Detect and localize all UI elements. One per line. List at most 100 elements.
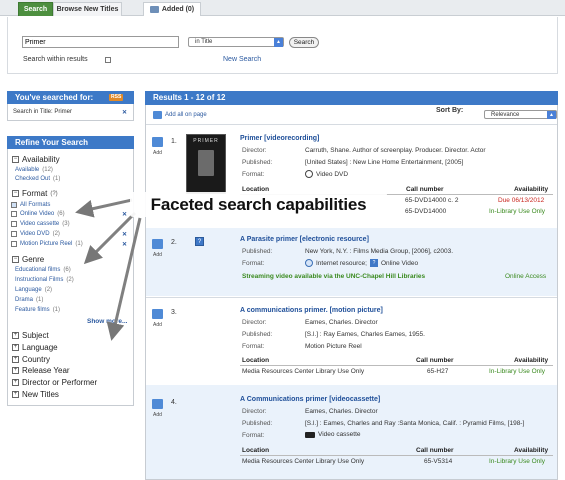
tab-browse-new-titles[interactable]: Browse New Titles (53, 2, 122, 16)
add-icon[interactable] (152, 309, 163, 319)
format-label: Format: (242, 343, 265, 350)
remove-filter-icon[interactable]: ✕ (122, 231, 127, 238)
add-label[interactable]: Add (153, 150, 162, 156)
tab-added[interactable]: Added (0) (143, 2, 201, 16)
sort-value: Relevance (491, 112, 520, 118)
add-label[interactable]: Add (153, 322, 162, 328)
results-header: Results 1 - 12 of 12 (145, 91, 558, 105)
facet-item[interactable]: Online Video (6) (11, 211, 65, 217)
online-access-link[interactable]: Online Access (505, 273, 546, 280)
expand-icon: + (12, 391, 19, 398)
facet-item[interactable]: Drama (1) (15, 297, 43, 303)
result-title[interactable]: Primer [videorecording] (240, 135, 319, 142)
director-label: Director: (242, 319, 267, 326)
search-scope-select[interactable]: in Title ▲ (188, 37, 284, 47)
result-title[interactable]: A Communications primer [videocassette] (240, 396, 380, 403)
checked-checkbox-icon[interactable] (11, 202, 17, 208)
remove-filter-icon[interactable]: ✕ (122, 241, 127, 248)
search-term: Search in Title: Primer (13, 109, 73, 115)
published-value: [United States] : New Line Home Entertai… (305, 159, 464, 166)
sort-select[interactable]: Relevance ▲ (484, 110, 557, 119)
checkbox[interactable] (11, 241, 17, 247)
expand-icon: + (12, 332, 19, 339)
facet-item[interactable]: Motion Picture Reel (1) (11, 241, 83, 247)
availability-header: Availability (514, 357, 549, 364)
dvd-disc-icon (305, 170, 313, 178)
published-label: Published: (242, 331, 273, 338)
add-icon[interactable] (152, 137, 163, 147)
result-number: 1. (171, 138, 177, 145)
folder-icon (149, 6, 159, 13)
call-number-header: Call number (406, 186, 444, 193)
add-all-link[interactable]: Add all on page (165, 112, 207, 118)
result-title[interactable]: A Parasite primer [electronic resource] (240, 236, 369, 243)
facet-item[interactable]: Feature films (1) (15, 307, 60, 313)
tab-search[interactable]: Search (18, 2, 53, 16)
location-header: Location (242, 357, 270, 364)
add-label[interactable]: Add (153, 412, 162, 418)
divider (240, 365, 553, 366)
call-number: 65-DVD14000 (405, 208, 447, 215)
search-scope-value: in Title (195, 39, 213, 45)
facet-item[interactable]: Video DVD (2) (11, 231, 60, 237)
checkbox[interactable] (11, 221, 17, 227)
availability-status: In-Library Use Only (489, 368, 545, 375)
search-button[interactable]: Search (289, 37, 319, 48)
cover-figure (198, 150, 214, 176)
dvd-cover-image[interactable]: PRIMER (186, 134, 226, 194)
checkbox[interactable] (11, 231, 17, 237)
search-within-checkbox[interactable] (105, 57, 111, 63)
director-label: Director: (242, 408, 267, 415)
facet-item[interactable]: Available (12) (15, 167, 53, 173)
collapse-icon: − (12, 156, 19, 163)
expand-icon: + (12, 344, 19, 351)
help-icon[interactable]: ? (195, 237, 204, 246)
director-label: Director: (242, 147, 267, 154)
add-all-icon[interactable] (153, 111, 162, 119)
format-help-link[interactable]: (?) (50, 191, 57, 197)
facet-release-year[interactable]: + Release Year (12, 366, 70, 375)
facet-genre[interactable]: − Genre (12, 255, 44, 264)
facet-item[interactable]: Instructional Films (2) (15, 277, 74, 283)
facet-item[interactable]: Video cassette (3) (11, 221, 70, 227)
show-more-link[interactable]: Show more... (87, 318, 127, 325)
facet-item[interactable]: Language (2) (15, 287, 52, 293)
cover-title: PRIMER (193, 138, 219, 144)
format-value: Internet resource; ? Online Video (305, 259, 418, 267)
result-number: 4. (171, 399, 177, 406)
facet-format[interactable]: − Format (?) (12, 189, 58, 198)
refine-header: Refine Your Search (7, 136, 134, 149)
format-label: Format: (242, 260, 265, 267)
facet-item[interactable]: Checked Out (1) (15, 176, 60, 182)
format-label: Format: (242, 171, 265, 178)
director-value: Carruth, Shane. Author of screenplay. Pr… (305, 147, 486, 154)
result-title[interactable]: A communications primer. [motion picture… (240, 307, 383, 314)
facet-director-performer[interactable]: + Director or Performer (12, 378, 97, 387)
facet-subject[interactable]: + Subject (12, 331, 49, 340)
director-value: Eames, Charles. Director (305, 408, 378, 415)
add-icon[interactable] (152, 239, 163, 249)
published-label: Published: (242, 248, 273, 255)
location-value: Media Resources Center Library Use Only (242, 368, 365, 375)
add-icon[interactable] (152, 399, 163, 409)
remove-term-icon[interactable]: ✕ (122, 109, 127, 116)
facet-availability[interactable]: − Availability (12, 155, 60, 164)
select-arrows-icon: ▲ (547, 111, 556, 119)
facet-language[interactable]: + Language (12, 343, 58, 352)
add-label[interactable]: Add (153, 252, 162, 258)
expand-icon: + (12, 379, 19, 386)
facet-item[interactable]: All Formats (11, 202, 50, 208)
facet-country[interactable]: + Country (12, 355, 50, 364)
remove-filter-icon[interactable]: ✕ (122, 211, 127, 218)
availability-status: In-Library Use Only (489, 208, 545, 215)
location-value: Media Resources Center Library Use Only (242, 458, 365, 465)
checkbox[interactable] (11, 211, 17, 217)
new-search-link[interactable]: New Search (223, 56, 261, 63)
streaming-note[interactable]: Streaming video available via the UNC-Ch… (242, 273, 425, 280)
facet-item[interactable]: Educational films (6) (15, 267, 71, 273)
search-input[interactable] (22, 36, 179, 48)
rss-icon[interactable]: RSS (109, 94, 124, 101)
facet-new-titles[interactable]: + New Titles (12, 390, 59, 399)
published-label: Published: (242, 420, 273, 427)
published-value: [S.l.] : Eames, Charles and Ray :Santa M… (305, 420, 525, 427)
